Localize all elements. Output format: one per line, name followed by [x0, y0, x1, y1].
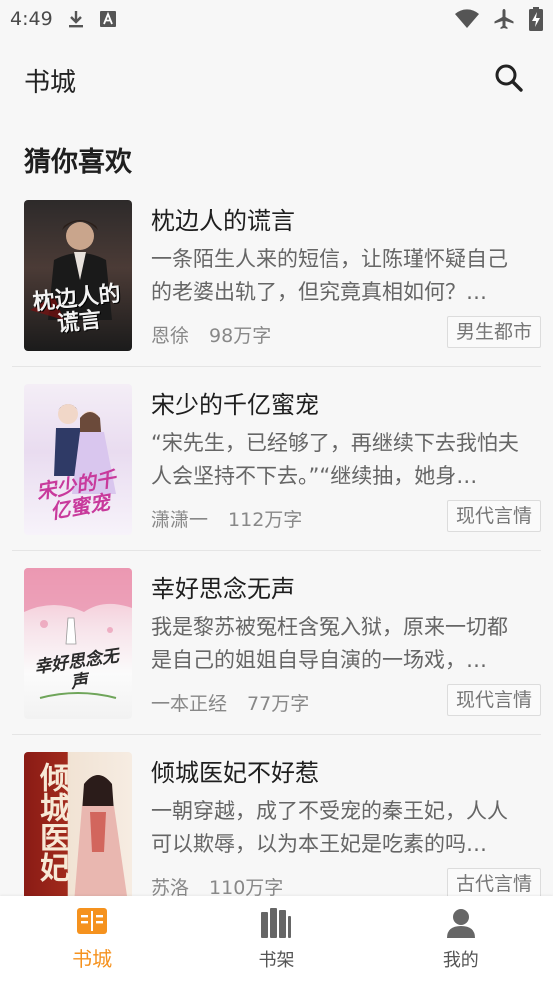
download-icon — [67, 9, 85, 29]
book-word-count: 98万字 — [209, 325, 272, 347]
status-left: 4:49 — [10, 8, 117, 30]
nav-label: 我的 — [442, 949, 479, 971]
book-cover: 幸好思念无声 — [24, 568, 132, 719]
book-item[interactable]: 宋少的千亿蜜宠 宋少的千亿蜜宠 “宋先生，已经够了，再继续下去我怕夫人会坚持不下… — [12, 367, 541, 551]
wifi-icon — [455, 9, 479, 29]
nav-label: 书架 — [258, 949, 295, 971]
book-word-count: 112万字 — [228, 509, 303, 531]
bookshelf-icon — [260, 907, 292, 942]
search-button[interactable] — [489, 60, 529, 100]
status-time: 4:49 — [10, 8, 53, 30]
book-author: 一本正经 — [151, 693, 228, 715]
page-title: 书城 — [24, 67, 77, 98]
book-title: 倾城医妃不好惹 — [151, 759, 319, 787]
cover-title: 倾城医妃 — [34, 762, 69, 882]
nav-bookshelf[interactable]: 书架 — [184, 896, 368, 983]
book-meta: 一本正经 77万字 — [151, 689, 309, 716]
book-word-count: 77万字 — [247, 693, 310, 715]
battery-charging-icon — [529, 7, 543, 31]
bookstore-icon — [76, 907, 108, 939]
search-icon — [494, 63, 524, 97]
bottom-nav: 书城 书架 我的 — [0, 896, 553, 983]
book-category-tag: 男生都市 — [446, 316, 541, 348]
book-description: “宋先生，已经够了，再继续下去我怕夫人会坚持不下去。”“继续抽，她身… — [151, 431, 519, 488]
book-list: 枕边人的谎言 枕边人的谎言 一条陌生人来的短信，让陈瑾怀疑自己的老婆出轨了，但究… — [0, 183, 553, 918]
book-item[interactable]: 枕边人的谎言 枕边人的谎言 一条陌生人来的短信，让陈瑾怀疑自己的老婆出轨了，但究… — [12, 183, 541, 367]
book-description: 一条陌生人来的短信，让陈瑾怀疑自己的老婆出轨了，但究竟真相如何？… — [151, 247, 508, 304]
font-icon — [99, 10, 117, 28]
nav-bookstore[interactable]: 书城 — [0, 896, 184, 983]
status-right — [455, 7, 543, 31]
book-title: 宋少的千亿蜜宠 — [151, 391, 319, 419]
book-author: 潇潇一 — [151, 509, 209, 531]
book-category-tag: 现代言情 — [446, 684, 541, 716]
book-author: 恩徐 — [151, 325, 190, 347]
profile-icon — [446, 908, 476, 942]
book-title: 幸好思念无声 — [151, 575, 295, 603]
nav-label: 书城 — [72, 947, 113, 971]
book-cover: 枕边人的谎言 — [24, 200, 132, 351]
book-title: 枕边人的谎言 — [151, 207, 295, 235]
book-meta: 恩徐 98万字 — [151, 321, 271, 348]
book-meta: 潇潇一 112万字 — [151, 505, 302, 532]
nav-profile[interactable]: 我的 — [369, 896, 553, 983]
app-header: 书城 — [0, 38, 553, 122]
book-cover: 宋少的千亿蜜宠 — [24, 384, 132, 535]
book-description: 我是黎苏被冤枉含冤入狱，原来一切都是自己的姐姐自导自演的一场戏，… — [151, 615, 508, 672]
book-cover: 倾城医妃 — [24, 752, 132, 903]
airplane-mode-icon — [493, 8, 515, 30]
section-title: 猜你喜欢 — [24, 147, 132, 178]
status-bar: 4:49 — [0, 0, 553, 38]
book-item[interactable]: 倾城医妃 倾城医妃不好惹 一朝穿越，成了不受宠的秦王妃，人人可以欺辱，以为本王妃… — [12, 735, 541, 918]
book-category-tag: 现代言情 — [446, 500, 541, 532]
book-description: 一朝穿越，成了不受宠的秦王妃，人人可以欺辱，以为本王妃是吃素的吗… — [151, 799, 508, 856]
book-item[interactable]: 幸好思念无声 幸好思念无声 我是黎苏被冤枉含冤入狱，原来一切都是自己的姐姐自导自… — [12, 551, 541, 735]
